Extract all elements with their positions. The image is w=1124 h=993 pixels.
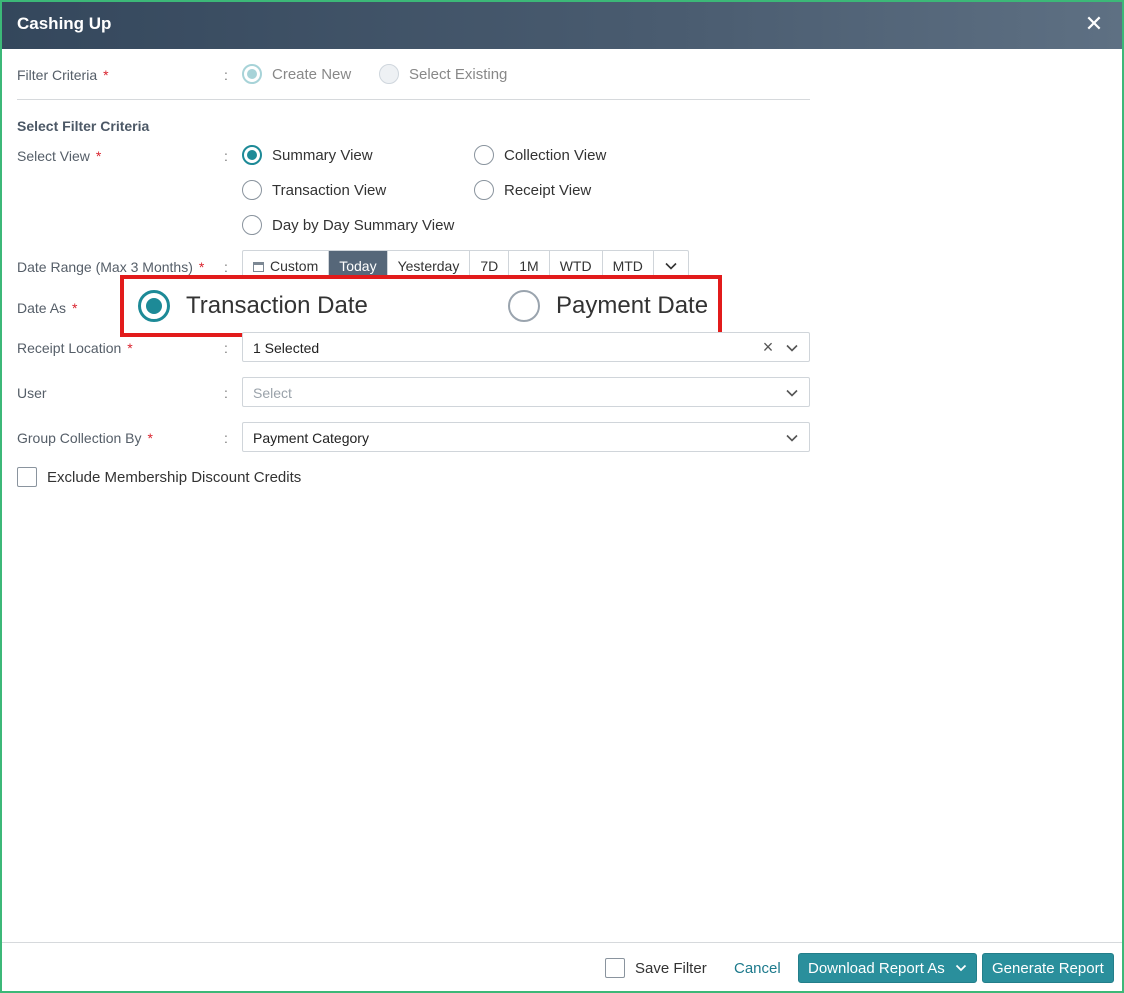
radio-select-existing[interactable]: Select Existing [379, 64, 507, 84]
radio-payment-date[interactable]: Payment Date [508, 290, 708, 322]
colon: : [224, 67, 228, 83]
exclude-membership-checkbox[interactable]: Exclude Membership Discount Credits [17, 467, 301, 487]
radio-label: Payment Date [556, 292, 709, 319]
radio-label: Transaction View [272, 181, 387, 199]
chevron-down-icon [786, 389, 798, 397]
select-value: Payment Category [253, 430, 369, 446]
radio-summary-view[interactable]: Summary View [242, 145, 373, 165]
radio-day-by-day-summary-view[interactable]: Day by Day Summary View [242, 215, 454, 235]
user-label: User [17, 385, 47, 401]
radio-circle [474, 145, 494, 165]
receipt-location-label: Receipt Location * [17, 340, 133, 356]
button-label: Download Report As [808, 960, 945, 977]
cashing-up-dialog: Cashing Up ✕ Filter Criteria * : Create N… [0, 0, 1124, 993]
select-placeholder: Select [253, 385, 292, 401]
section-title: Select Filter Criteria [17, 118, 150, 134]
radio-circle [379, 64, 399, 84]
radio-circle [242, 64, 262, 84]
radio-label: Select Existing [409, 65, 508, 83]
select-view-label: Select View * [17, 148, 102, 164]
radio-circle [138, 290, 170, 322]
radio-circle [474, 180, 494, 200]
colon: : [224, 430, 228, 446]
radio-label: Create New [272, 65, 352, 83]
radio-label: Day by Day Summary View [272, 216, 455, 234]
radio-circle [242, 145, 262, 165]
radio-label: Transaction Date [186, 292, 368, 319]
radio-label: Summary View [272, 146, 373, 164]
date-range-label: Date Range (Max 3 Months) * [17, 259, 205, 275]
chevron-down-icon [786, 344, 798, 352]
receipt-location-select[interactable]: 1 Selected × [242, 332, 810, 362]
radio-label: Receipt View [504, 181, 592, 199]
cancel-link[interactable]: Cancel [734, 960, 781, 977]
radio-collection-view[interactable]: Collection View [474, 145, 606, 165]
chevron-down-icon [665, 262, 677, 270]
checkbox-box [605, 958, 625, 978]
dialog-titlebar: Cashing Up ✕ [2, 2, 1122, 49]
radio-circle [508, 290, 540, 322]
radio-transaction-view[interactable]: Transaction View [242, 180, 386, 200]
divider [17, 99, 810, 100]
radio-circle [242, 215, 262, 235]
colon: : [224, 148, 228, 164]
footer-divider [2, 942, 1122, 943]
select-value: 1 Selected [253, 340, 320, 356]
colon: : [224, 259, 228, 275]
date-as-label: Date As * [17, 300, 78, 316]
checkbox-box [17, 467, 37, 487]
download-report-button[interactable]: Download Report As [798, 953, 977, 983]
calendar-icon [253, 262, 264, 272]
colon: : [224, 385, 228, 401]
radio-label: Collection View [504, 146, 607, 164]
radio-circle [242, 180, 262, 200]
date-as-highlight-box: Transaction Date Payment Date [120, 275, 722, 337]
filter-criteria-label: Filter Criteria * [17, 67, 109, 83]
chevron-down-icon [786, 434, 798, 442]
dialog-title: Cashing Up [17, 14, 112, 33]
radio-transaction-date[interactable]: Transaction Date [138, 290, 368, 322]
radio-create-new[interactable]: Create New [242, 64, 351, 84]
group-collection-by-select[interactable]: Payment Category [242, 422, 810, 452]
group-collection-by-label: Group Collection By * [17, 430, 153, 446]
checkbox-label: Exclude Membership Discount Credits [47, 468, 302, 486]
clear-icon[interactable]: × [761, 338, 775, 356]
checkbox-label: Save Filter [635, 959, 707, 977]
generate-report-button[interactable]: Generate Report [982, 953, 1114, 983]
radio-receipt-view[interactable]: Receipt View [474, 180, 591, 200]
close-icon[interactable]: ✕ [1084, 13, 1104, 35]
chevron-down-icon [955, 964, 967, 972]
colon: : [224, 340, 228, 356]
save-filter-checkbox[interactable]: Save Filter [605, 958, 707, 978]
user-select[interactable]: Select [242, 377, 810, 407]
